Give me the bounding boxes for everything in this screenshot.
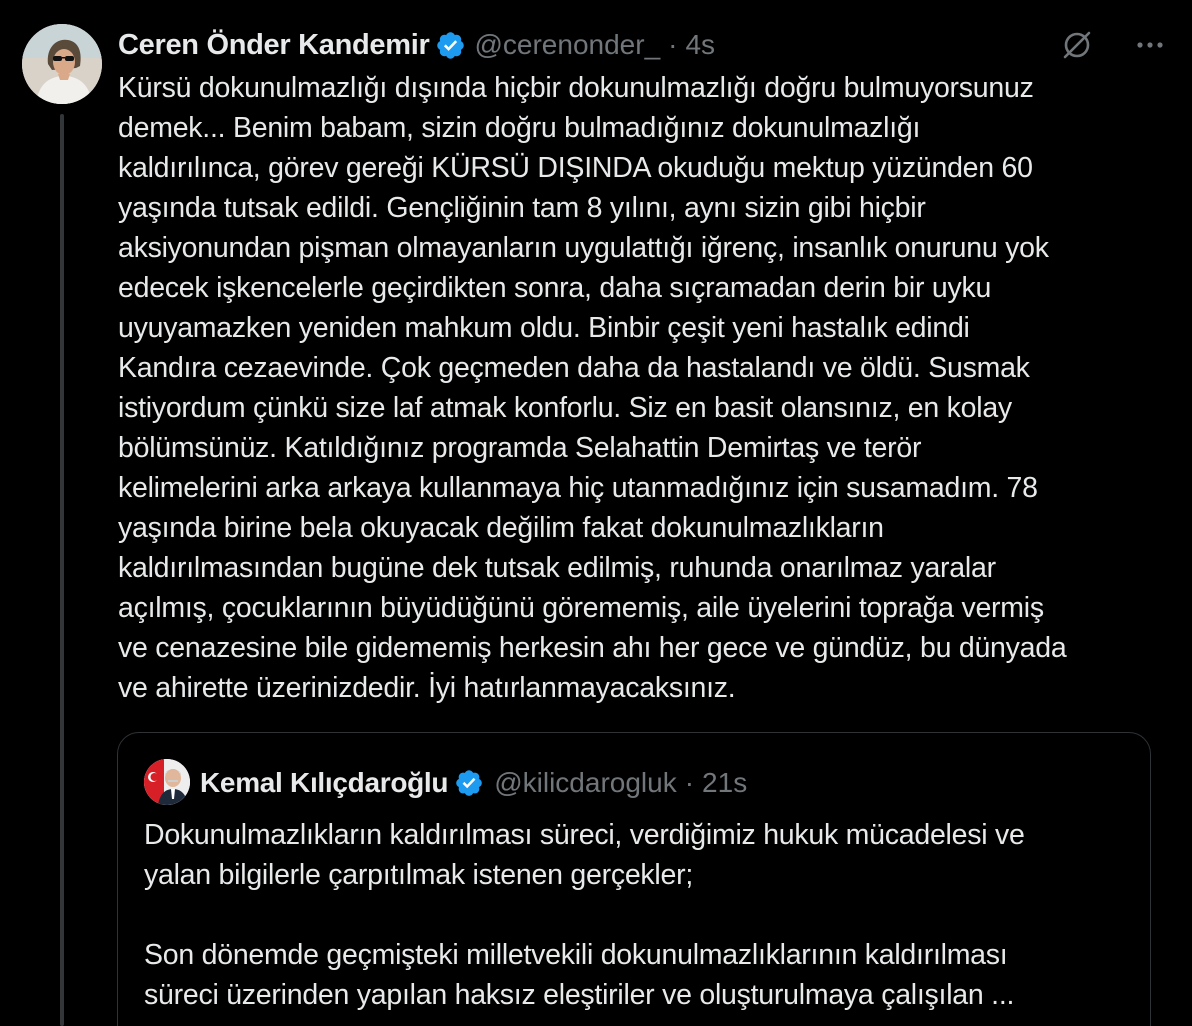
tweet-text-line: Kürsü dokunulmazlığı dışında hiçbir doku… — [118, 72, 1034, 104]
tweet-header: Ceren Önder Kandemir @cerenonder_ · 4s — [118, 26, 715, 64]
tweet-text: Kürsü dokunulmazlığı dışında hiçbir doku… — [118, 68, 1168, 708]
tweet-text-line: açılmış, çocuklarının büyüdüğünü göremem… — [118, 592, 1044, 624]
tweet-text-line: ve ahirette üzerinizdedir. İyi hatırlanm… — [118, 672, 736, 704]
tweet-text-line: Kandıra cezaevinde. Çok geçmeden daha da… — [118, 352, 1030, 384]
author-handle[interactable]: @cerenonder_ — [474, 29, 660, 61]
tweet[interactable]: Ceren Önder Kandemir @cerenonder_ · 4s K… — [0, 0, 1192, 1026]
tweet-text-line: kelimelerini arka arkaya kullanmaya hiç … — [118, 472, 1038, 504]
avatar-photo — [22, 24, 102, 104]
tweet-text-line: aksiyonundan pişman olmayanların uygulat… — [118, 232, 1049, 264]
quoted-author-avatar[interactable] — [144, 759, 190, 805]
tweet-text-line: kaldırılınca, görev gereği KÜRSÜ DIŞINDA… — [118, 152, 1033, 184]
tweet-text-line: istiyordum çünkü size laf atmak konforlu… — [118, 392, 1012, 424]
thread-line — [60, 114, 64, 1026]
tweet-text-line: uyuyamazken yeniden mahkum oldu. Binbir … — [118, 312, 970, 344]
author-display-name[interactable]: Ceren Önder Kandemir — [118, 29, 430, 62]
tweet-text-line: demek... Benim babam, sizin doğru bulmad… — [118, 112, 921, 144]
avatar-photo — [144, 759, 190, 805]
quoted-text-line: Dokunulmazlıkların kaldırılması süreci, … — [144, 819, 1025, 851]
quoted-tweet-header: Kemal Kılıçdaroğlu @kilicdarogluk · 21s — [200, 763, 747, 803]
quoted-text-line: süreci üzerinden yapılan haksız eleştiri… — [144, 979, 1015, 1011]
quoted-author-display-name[interactable]: Kemal Kılıçdaroğlu — [200, 767, 449, 799]
quoted-text-line: Son dönemde geçmişteki milletvekili doku… — [144, 939, 1008, 971]
verified-badge-icon[interactable] — [454, 768, 484, 798]
tweet-text-line: kaldırılmasından bugüne dek tutsak edilm… — [118, 552, 996, 584]
quoted-tweet-text: Dokunulmazlıkların kaldırılması süreci, … — [144, 815, 1134, 1015]
separator-dot: · — [668, 29, 678, 60]
author-avatar[interactable] — [22, 24, 102, 104]
quoted-author-handle[interactable]: @kilicdarogluk — [494, 767, 677, 799]
quoted-tweet[interactable]: Kemal Kılıçdaroğlu @kilicdarogluk · 21s … — [117, 732, 1151, 1026]
tweet-text-line: edecek işkencelerle geçirdikten sonra, d… — [118, 272, 992, 304]
more-icon[interactable] — [1132, 27, 1168, 63]
tweet-text-line: yaşında tutsak edildi. Gençliğinin tam 8… — [118, 192, 926, 224]
quoted-text-line — [144, 895, 1134, 935]
quoted-tweet-timestamp[interactable]: 21s — [702, 767, 747, 799]
tweet-text-line: bölümsünüz. Katıldığınız programda Selah… — [118, 432, 922, 464]
separator-dot: · — [684, 767, 695, 798]
tweet-text-line: yaşında birine bela okuyacak değilim fak… — [118, 512, 884, 544]
tweet-header-actions — [1058, 26, 1168, 64]
verified-badge-icon[interactable] — [435, 30, 466, 61]
tweet-timestamp[interactable]: 4s — [685, 29, 715, 61]
grok-icon[interactable] — [1058, 26, 1096, 64]
quoted-text-line: yalan bilgilerle çarpıtılmak istenen ger… — [144, 859, 694, 891]
tweet-text-line: ve cenazesine bile gidememiş herkesin ah… — [118, 632, 1067, 664]
